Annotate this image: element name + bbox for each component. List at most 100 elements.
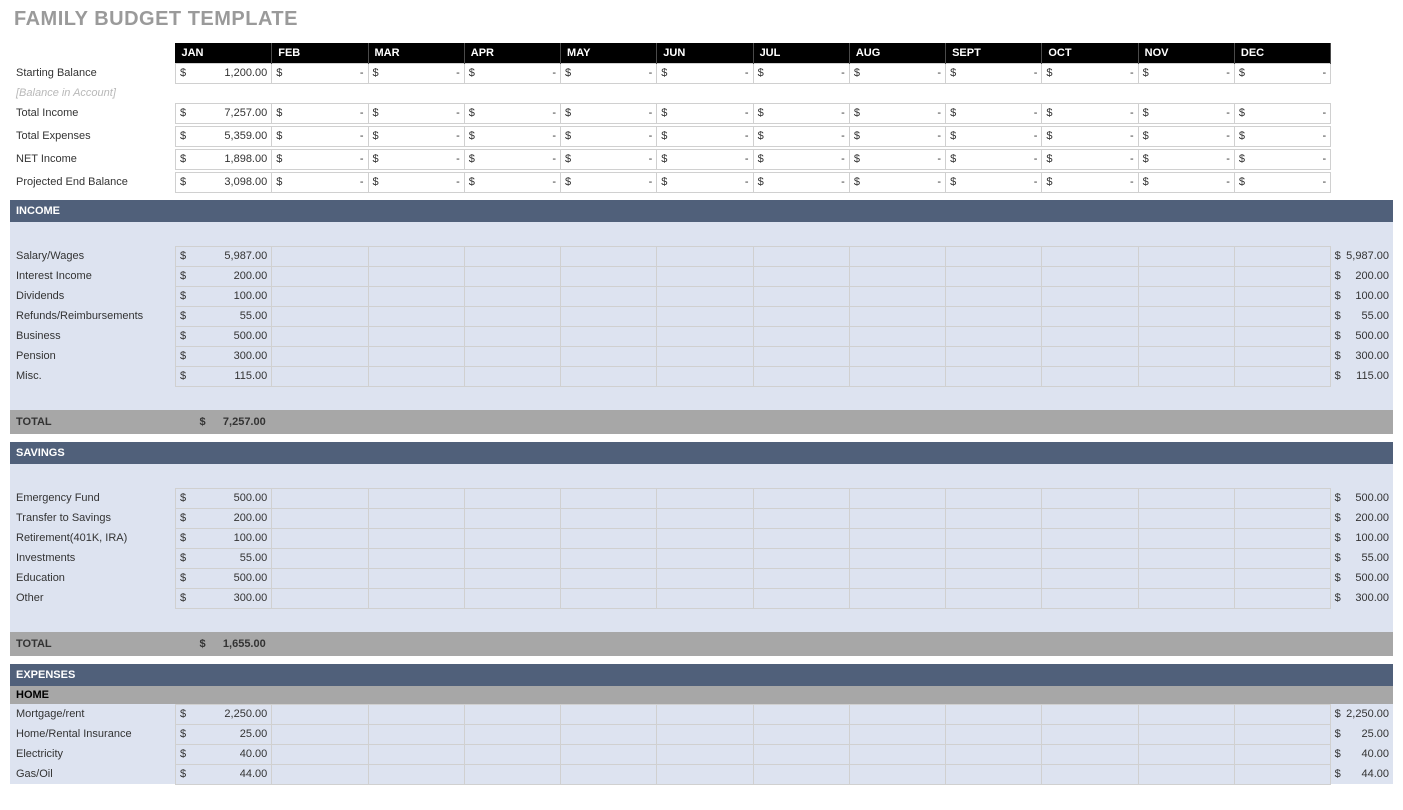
cell[interactable]: $- xyxy=(561,103,657,123)
cell[interactable] xyxy=(1042,346,1138,366)
cell[interactable] xyxy=(753,266,849,286)
cell[interactable]: $40.00 xyxy=(175,744,271,764)
cell[interactable]: $- xyxy=(849,126,945,146)
cell[interactable] xyxy=(561,704,657,724)
cell[interactable] xyxy=(1234,488,1330,508)
cell[interactable] xyxy=(464,528,560,548)
cell[interactable] xyxy=(368,764,464,784)
cell[interactable]: $- xyxy=(1234,149,1330,169)
cell[interactable] xyxy=(1138,704,1234,724)
cell[interactable] xyxy=(1138,724,1234,744)
cell[interactable] xyxy=(1138,508,1234,528)
cell[interactable] xyxy=(561,286,657,306)
cell[interactable]: $- xyxy=(561,126,657,146)
cell[interactable] xyxy=(657,286,753,306)
cell[interactable]: $- xyxy=(946,126,1042,146)
cell[interactable] xyxy=(1042,588,1138,608)
cell[interactable] xyxy=(657,568,753,588)
cell[interactable] xyxy=(753,588,849,608)
cell[interactable]: $- xyxy=(368,103,464,123)
cell[interactable] xyxy=(657,588,753,608)
cell[interactable] xyxy=(849,548,945,568)
cell[interactable]: $- xyxy=(368,126,464,146)
cell[interactable] xyxy=(272,346,368,366)
cell[interactable] xyxy=(657,704,753,724)
cell[interactable] xyxy=(657,508,753,528)
cell[interactable] xyxy=(464,266,560,286)
cell[interactable] xyxy=(946,704,1042,724)
cell[interactable]: $- xyxy=(1234,126,1330,146)
cell[interactable] xyxy=(272,508,368,528)
cell[interactable] xyxy=(657,246,753,266)
cell[interactable] xyxy=(464,286,560,306)
cell[interactable] xyxy=(946,366,1042,386)
cell[interactable] xyxy=(657,306,753,326)
cell[interactable]: $100.00 xyxy=(175,528,271,548)
cell[interactable] xyxy=(1138,488,1234,508)
cell[interactable] xyxy=(561,568,657,588)
cell[interactable] xyxy=(946,306,1042,326)
cell[interactable]: $300.00 xyxy=(175,346,271,366)
cell[interactable] xyxy=(464,744,560,764)
cell[interactable] xyxy=(657,346,753,366)
cell[interactable] xyxy=(849,508,945,528)
cell[interactable] xyxy=(1234,246,1330,266)
cell[interactable] xyxy=(1234,346,1330,366)
cell[interactable]: $1,898.00 xyxy=(175,149,271,169)
cell[interactable] xyxy=(368,528,464,548)
cell[interactable] xyxy=(1138,326,1234,346)
cell[interactable]: $- xyxy=(657,103,753,123)
cell[interactable] xyxy=(368,508,464,528)
cell[interactable] xyxy=(464,704,560,724)
cell[interactable] xyxy=(1234,266,1330,286)
cell[interactable] xyxy=(753,724,849,744)
cell[interactable] xyxy=(946,764,1042,784)
cell[interactable] xyxy=(753,488,849,508)
cell[interactable]: $- xyxy=(561,149,657,169)
cell[interactable] xyxy=(1234,548,1330,568)
cell[interactable]: $- xyxy=(1138,63,1234,83)
cell[interactable] xyxy=(946,568,1042,588)
cell[interactable] xyxy=(561,266,657,286)
cell[interactable]: $- xyxy=(272,126,368,146)
cell[interactable] xyxy=(561,548,657,568)
cell[interactable] xyxy=(1042,286,1138,306)
cell[interactable] xyxy=(849,286,945,306)
cell[interactable] xyxy=(849,488,945,508)
cell[interactable] xyxy=(561,744,657,764)
cell[interactable] xyxy=(849,724,945,744)
cell[interactable] xyxy=(368,366,464,386)
cell[interactable] xyxy=(753,246,849,266)
cell[interactable] xyxy=(368,488,464,508)
cell[interactable] xyxy=(464,548,560,568)
cell[interactable]: $1,200.00 xyxy=(175,63,271,83)
cell[interactable] xyxy=(561,724,657,744)
cell[interactable] xyxy=(1234,724,1330,744)
cell[interactable]: $- xyxy=(368,149,464,169)
cell[interactable]: $- xyxy=(849,172,945,192)
cell[interactable] xyxy=(657,266,753,286)
cell[interactable] xyxy=(657,366,753,386)
cell[interactable] xyxy=(1234,528,1330,548)
cell[interactable] xyxy=(561,246,657,266)
cell[interactable] xyxy=(368,588,464,608)
cell[interactable] xyxy=(1138,568,1234,588)
cell[interactable] xyxy=(1234,588,1330,608)
cell[interactable] xyxy=(946,266,1042,286)
cell[interactable] xyxy=(753,548,849,568)
cell[interactable]: $- xyxy=(464,172,560,192)
cell[interactable]: $- xyxy=(1138,149,1234,169)
cell[interactable] xyxy=(657,326,753,346)
cell[interactable] xyxy=(946,528,1042,548)
cell[interactable] xyxy=(464,326,560,346)
cell[interactable] xyxy=(1042,548,1138,568)
cell[interactable]: $- xyxy=(753,172,849,192)
cell[interactable] xyxy=(561,588,657,608)
cell[interactable]: $- xyxy=(272,172,368,192)
cell[interactable]: $- xyxy=(464,103,560,123)
cell[interactable] xyxy=(1042,704,1138,724)
cell[interactable]: $- xyxy=(1042,103,1138,123)
cell[interactable] xyxy=(849,764,945,784)
cell[interactable]: $- xyxy=(946,149,1042,169)
cell[interactable] xyxy=(753,366,849,386)
